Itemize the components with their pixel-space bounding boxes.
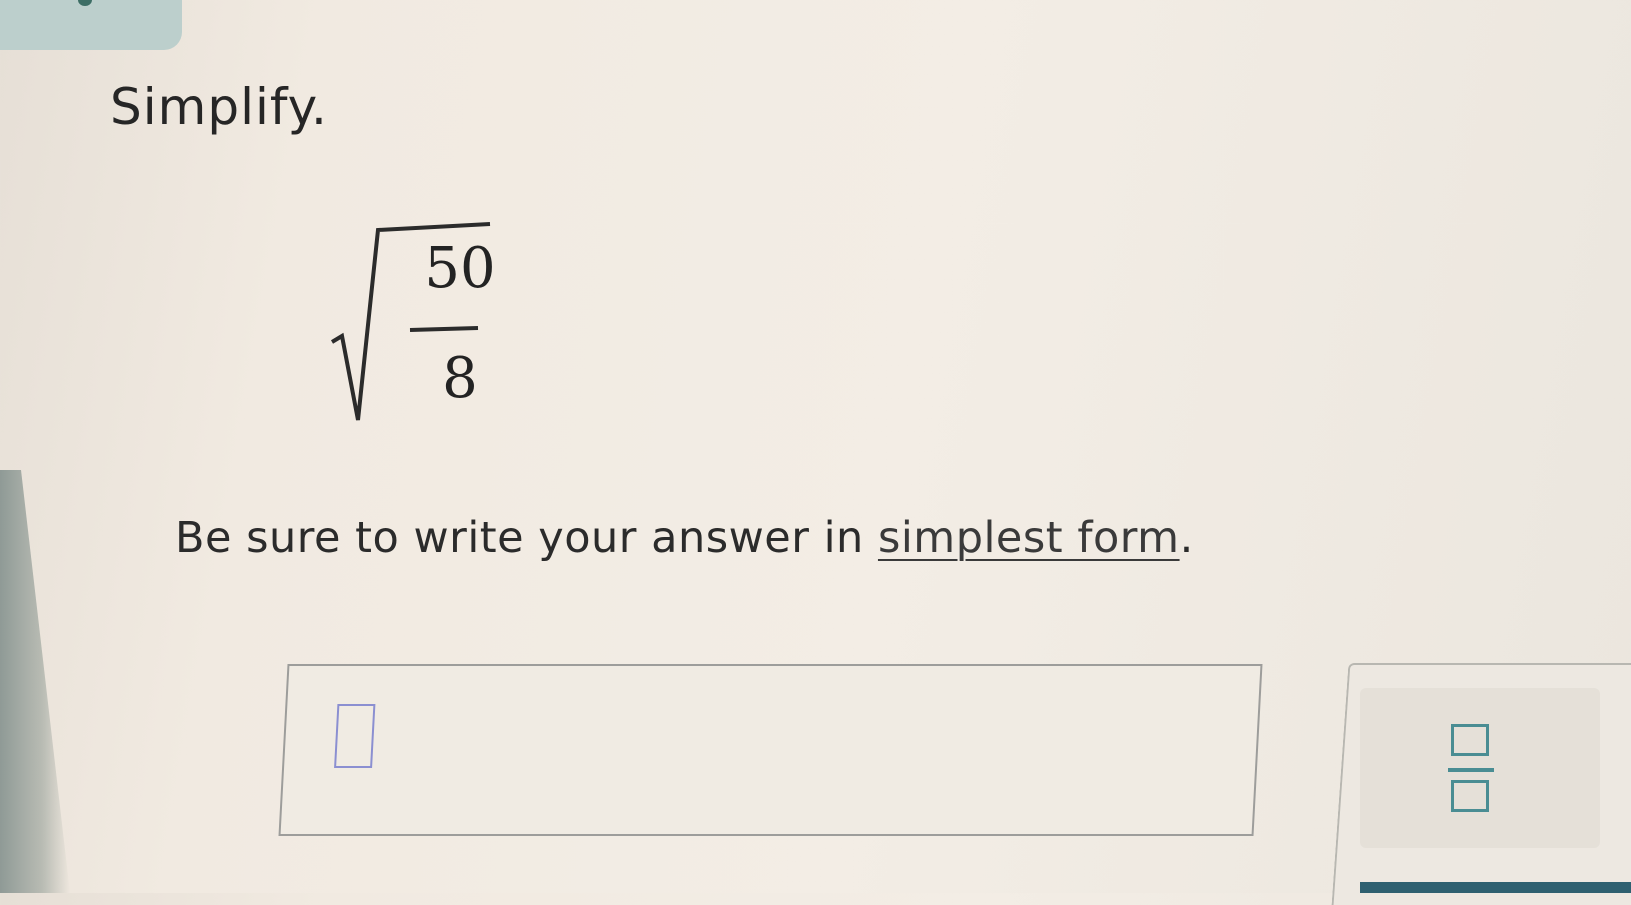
fraction-denominator: 8 (442, 346, 478, 411)
fraction-icon (1448, 768, 1494, 772)
tab-indicator (78, 0, 92, 6)
note-prefix: Be sure to write your answer in (175, 513, 878, 563)
fraction-button[interactable] (1360, 688, 1600, 848)
simplest-form-link[interactable]: simplest form (878, 513, 1180, 563)
answer-input[interactable] (278, 664, 1263, 836)
problem-instruction: Simplify. (110, 78, 328, 136)
note-suffix: . (1179, 513, 1194, 563)
fraction-numerator: 50 (424, 236, 496, 301)
radical-expression: 50 8 (330, 222, 520, 432)
screen-edge (0, 470, 70, 893)
input-placeholder-box[interactable] (334, 704, 376, 768)
keypad-bottom-bar (1360, 882, 1631, 893)
fraction-icon-denominator-box (1451, 780, 1489, 812)
top-tab (0, 0, 182, 50)
answer-instructions: Be sure to write your answer in simplest… (175, 513, 1194, 563)
fraction-icon-numerator-box (1451, 724, 1489, 756)
